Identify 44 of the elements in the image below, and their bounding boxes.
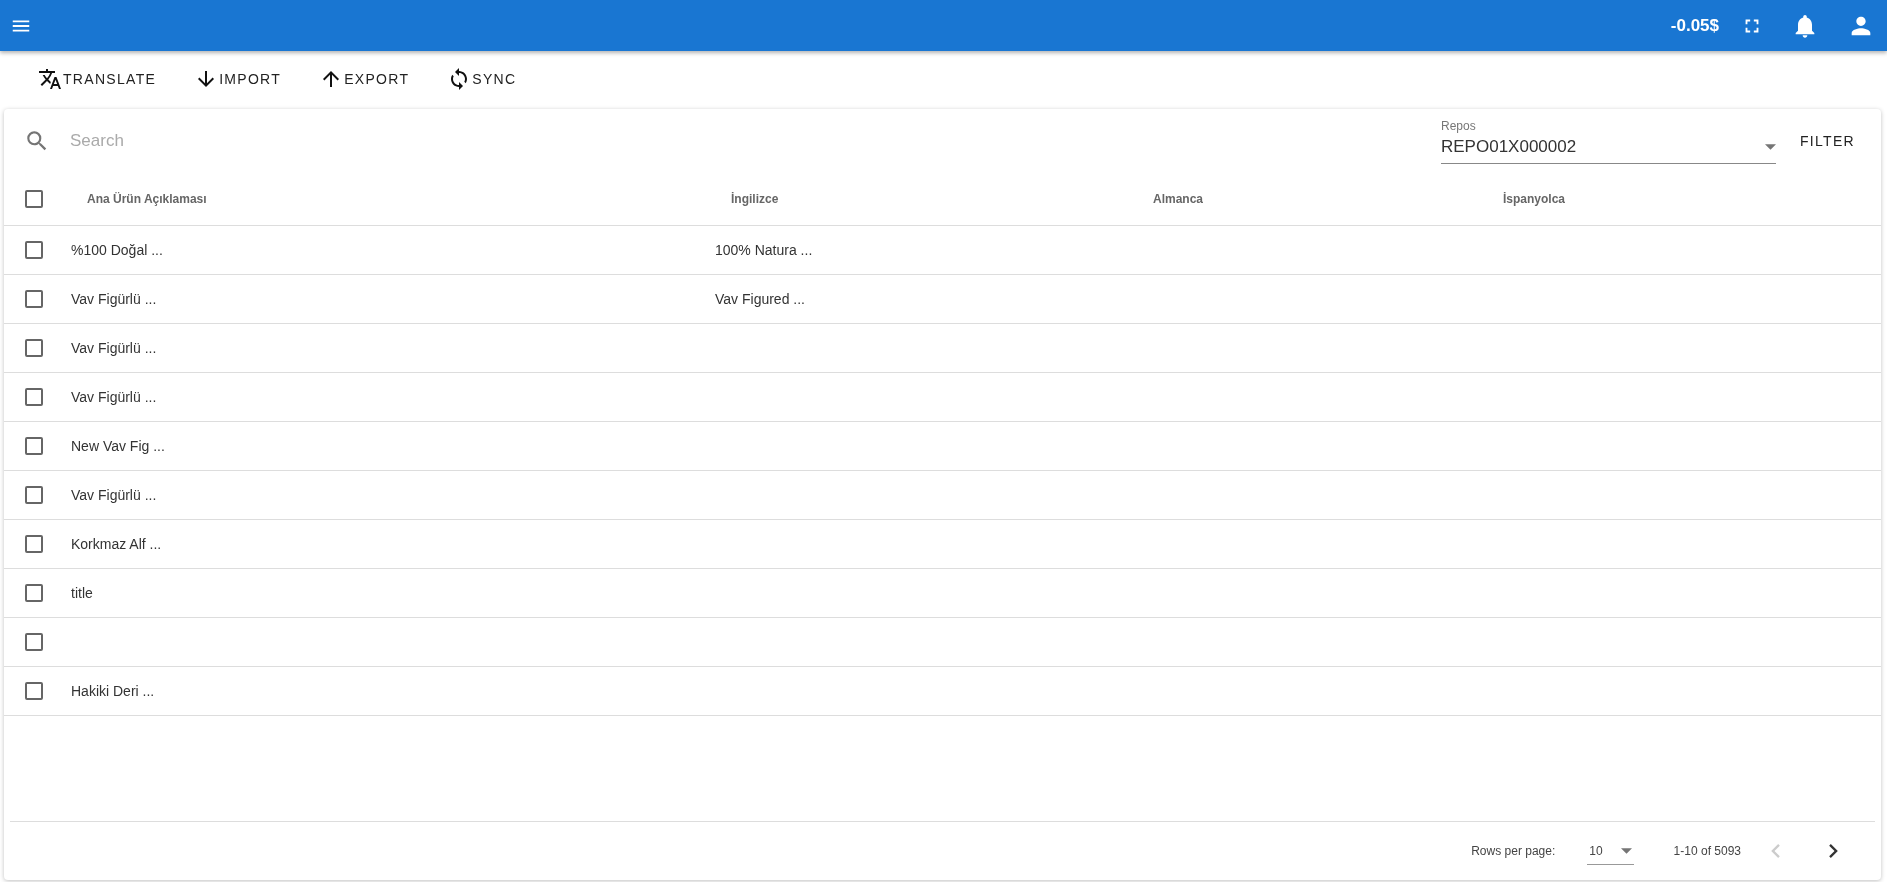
row-checkbox[interactable] bbox=[25, 584, 43, 602]
row-checkbox[interactable] bbox=[25, 437, 43, 455]
caret-icon bbox=[1765, 143, 1776, 150]
row-checkbox[interactable] bbox=[25, 290, 43, 308]
chevron-right-icon bbox=[1828, 844, 1838, 858]
row-checkbox[interactable] bbox=[25, 486, 43, 504]
row-checkbox[interactable] bbox=[25, 388, 43, 406]
row-checkbox[interactable] bbox=[25, 339, 43, 357]
row-checkbox[interactable] bbox=[25, 633, 43, 651]
repos-label: Repos bbox=[1441, 118, 1477, 133]
toolbar-button[interactable]: EXPORT bbox=[311, 61, 418, 97]
table-cell: Korkmaz Alf ... bbox=[71, 536, 162, 552]
column-header[interactable]: Almanca bbox=[1153, 192, 1204, 206]
rows-per-page-label: Rows per page: bbox=[1471, 844, 1556, 858]
repos-select[interactable]: Repos REPO01X000002 bbox=[1441, 118, 1776, 164]
table-cell: %100 Doğal ... bbox=[71, 242, 163, 258]
repos-value: REPO01X000002 bbox=[1441, 136, 1577, 157]
toolbar-button[interactable]: SYNC bbox=[439, 61, 525, 97]
row-checkbox[interactable] bbox=[25, 535, 43, 553]
caret-icon bbox=[1620, 847, 1632, 854]
column-header[interactable]: İngilizce bbox=[731, 192, 779, 206]
table-cell: Vav Figürlü ... bbox=[71, 340, 157, 356]
filter-button[interactable]: FILTER bbox=[1794, 127, 1861, 155]
column-header[interactable]: İspanyolca bbox=[1503, 192, 1566, 206]
search-field[interactable]: Search bbox=[68, 130, 1441, 152]
table-cell: Vav Figürlü ... bbox=[71, 291, 157, 307]
page-range-text: 1-10 of 5093 bbox=[1673, 844, 1741, 858]
rows-per-page-select[interactable]: 10 bbox=[1587, 837, 1634, 865]
toolbar-button[interactable]: IMPORT bbox=[186, 61, 290, 97]
translate-icon bbox=[38, 67, 62, 91]
table-cell: title bbox=[71, 585, 93, 601]
toolbar-button[interactable]: TRANSLATE bbox=[30, 61, 165, 97]
table-cell: Vav Figürlü ... bbox=[71, 487, 157, 503]
table-cell: Vav Figured ... bbox=[715, 291, 805, 307]
balance-text: -0.05$ bbox=[1670, 15, 1719, 36]
row-checkbox[interactable] bbox=[25, 682, 43, 700]
row-checkbox[interactable] bbox=[25, 241, 43, 259]
table-cell: Hakiki Deri ... bbox=[71, 683, 155, 699]
table-cell: 100% Natura ... bbox=[715, 242, 813, 258]
column-header[interactable]: Ana Ürün Açıklaması bbox=[87, 192, 207, 206]
table-cell: New Vav Fig ... bbox=[71, 438, 165, 454]
select-all-checkbox[interactable] bbox=[25, 190, 43, 208]
chevron-left-icon bbox=[1770, 844, 1780, 858]
table-cell: Vav Figürlü ... bbox=[71, 389, 157, 405]
